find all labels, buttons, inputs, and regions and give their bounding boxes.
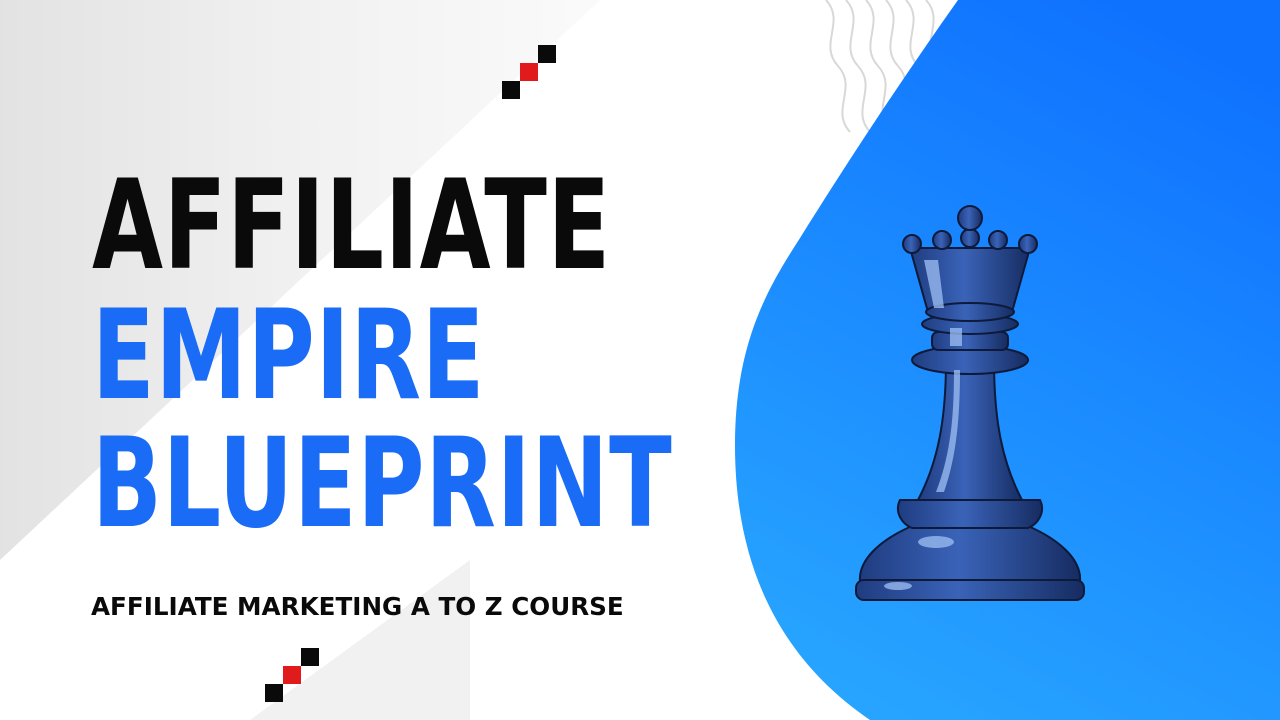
pixel-square (502, 81, 520, 99)
title-line-empire: EMPIRE (92, 284, 486, 428)
pixel-square (283, 666, 301, 684)
course-subtitle: AFFILIATE MARKETING A TO Z COURSE (91, 592, 624, 621)
grey-band-bottom (250, 560, 470, 720)
title-line-affiliate: AFFILIATE (92, 154, 611, 298)
title-line-blueprint: BLUEPRINT (92, 412, 673, 556)
pixel-square (538, 45, 556, 63)
pixel-square (301, 648, 319, 666)
pixel-square (265, 684, 283, 702)
pixel-square (520, 63, 538, 81)
thumbnail-canvas: AFFILIATE EMPIRE BLUEPRINT AFFILIATE MAR… (0, 0, 1280, 720)
chess-queen-icon (855, 205, 1085, 601)
